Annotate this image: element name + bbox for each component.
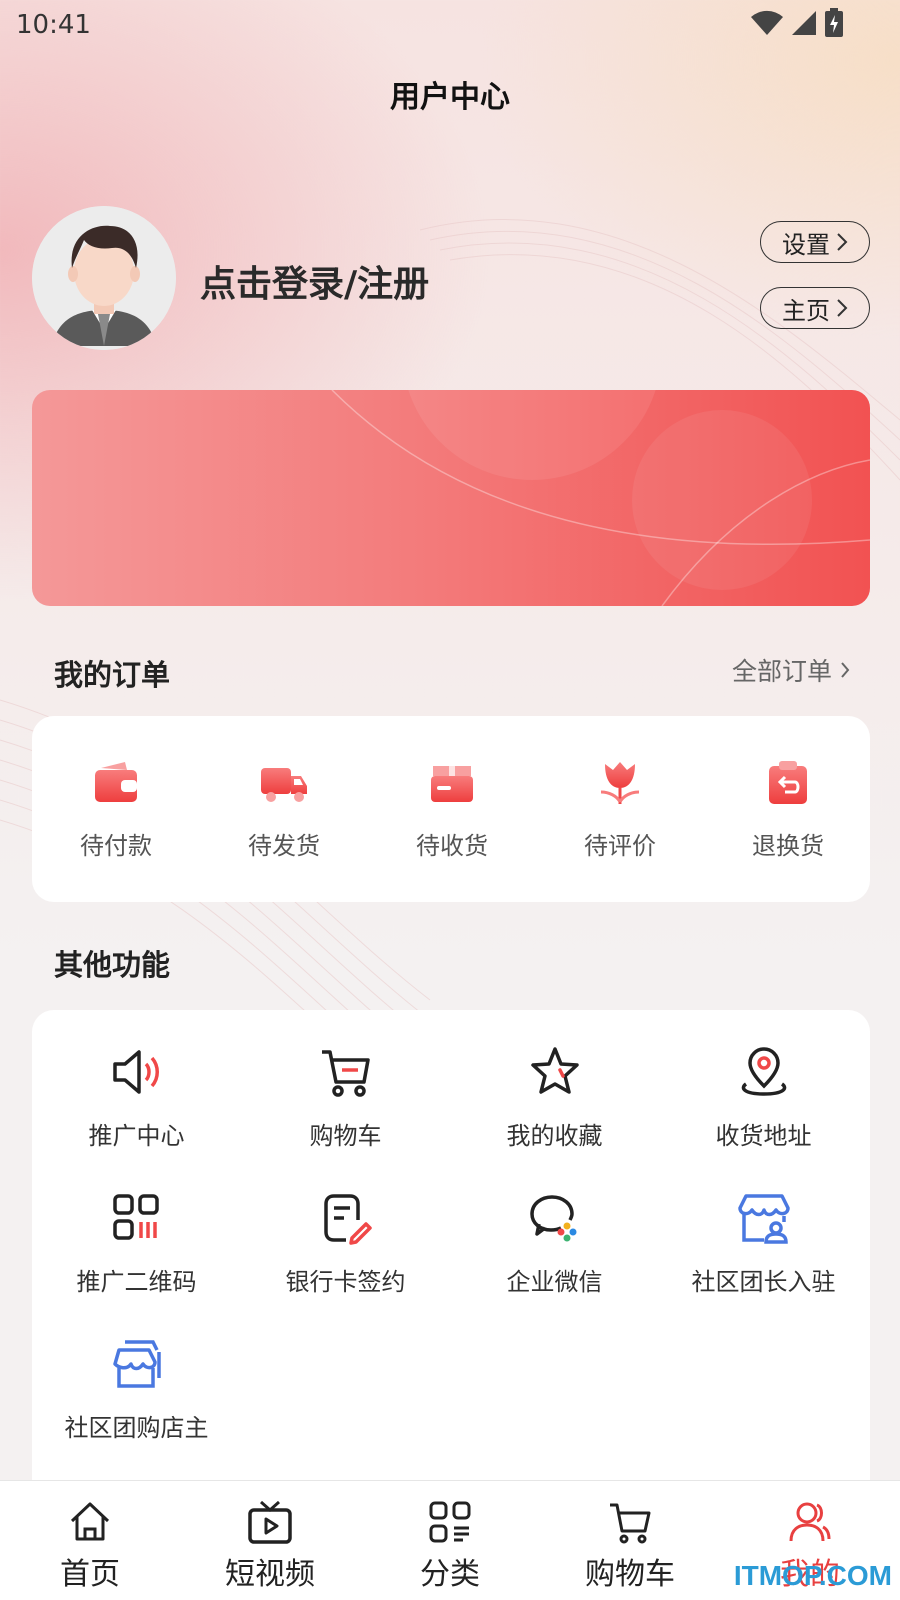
user-icon — [789, 1502, 831, 1542]
homepage-label: 主页 — [782, 296, 830, 325]
status-bar: 10:41 — [0, 0, 900, 50]
tab-cart[interactable]: 购物车 — [540, 1481, 720, 1600]
tab-short-video[interactable]: 短视频 — [180, 1481, 360, 1600]
tab-label: 首页 — [60, 1557, 120, 1592]
order-pending-review[interactable]: 待评价 — [536, 716, 704, 902]
tab-category[interactable]: 分类 — [360, 1481, 540, 1600]
function-label: 企业微信 — [506, 1268, 603, 1296]
settings-label: 设置 — [782, 230, 830, 259]
status-time: 10:41 — [16, 10, 91, 40]
orders-section-title: 我的订单 — [54, 658, 171, 692]
tab-label: 购物车 — [585, 1557, 675, 1592]
return-icon — [769, 761, 807, 804]
order-label: 待收货 — [416, 832, 488, 860]
order-pending-payment[interactable]: 待付款 — [32, 716, 200, 902]
settings-button[interactable]: 设置 — [760, 221, 870, 263]
function-label: 收货地址 — [715, 1122, 812, 1150]
megaphone-icon — [112, 1050, 159, 1094]
orders-card: 待付款 待发货 待收货 待评价 退换货 — [32, 716, 870, 902]
banner-decoration — [331, 390, 870, 606]
tab-label: 分类 — [420, 1557, 480, 1592]
community-leader-join-button[interactable]: 社区团长入驻 — [659, 1156, 868, 1302]
chevron-right-icon — [837, 233, 848, 251]
cart-icon — [610, 1503, 651, 1544]
function-label: 银行卡签约 — [285, 1268, 406, 1296]
location-icon — [741, 1047, 786, 1096]
function-label: 推广二维码 — [76, 1268, 197, 1296]
order-label: 待付款 — [80, 832, 152, 860]
page-title: 用户中心 — [390, 80, 510, 115]
wallet-icon — [95, 762, 137, 802]
watermark-text: ITMOP.COM — [733, 1560, 892, 1591]
shipping-address-button[interactable]: 收货地址 — [659, 1010, 868, 1156]
wifi-icon — [751, 10, 783, 36]
wecom-icon — [529, 1195, 576, 1242]
function-label: 购物车 — [309, 1122, 382, 1150]
community-group-store-owner-button[interactable]: 社区团购店主 — [32, 1302, 241, 1448]
chevron-right-icon — [841, 662, 850, 678]
cart-icon — [321, 1050, 370, 1097]
promo-banner[interactable] — [32, 390, 870, 606]
my-favorites-button[interactable]: 我的收藏 — [450, 1010, 659, 1156]
order-returns[interactable]: 退换货 — [704, 716, 872, 902]
star-icon — [530, 1047, 579, 1094]
chevron-right-icon — [837, 299, 848, 317]
functions-card: 推广中心 购物车 我的收藏 收货地址 推广二维码 银行卡签约 企业微信 社区团长… — [32, 1010, 870, 1500]
order-pending-shipment[interactable]: 待发货 — [200, 716, 368, 902]
video-icon — [248, 1500, 292, 1544]
function-label: 社区团长入驻 — [691, 1268, 836, 1296]
tab-label: 短视频 — [225, 1557, 315, 1592]
function-label: 社区团购店主 — [64, 1414, 209, 1442]
qrcode-icon — [112, 1194, 159, 1240]
signal-icon — [792, 11, 816, 35]
truck-icon — [261, 768, 307, 802]
flower-icon — [600, 762, 640, 804]
avatar[interactable] — [32, 206, 176, 350]
category-icon — [429, 1501, 471, 1543]
homepage-button[interactable]: 主页 — [760, 287, 870, 329]
order-label: 待发货 — [248, 832, 320, 860]
stores-icon — [112, 1340, 161, 1388]
login-register-link[interactable]: 点击登录/注册 — [200, 255, 429, 307]
functions-section-title: 其他功能 — [54, 948, 171, 982]
promotion-center-button[interactable]: 推广中心 — [32, 1010, 241, 1156]
tab-home[interactable]: 首页 — [0, 1481, 180, 1600]
all-orders-label: 全部订单 — [731, 657, 832, 686]
store-person-icon — [737, 1194, 790, 1244]
shopping-cart-button[interactable]: 购物车 — [241, 1010, 450, 1156]
status-icons — [750, 8, 844, 38]
order-label: 退换货 — [752, 832, 824, 860]
sign-icon — [323, 1194, 372, 1245]
order-pending-receipt[interactable]: 待收货 — [368, 716, 536, 902]
home-icon — [70, 1502, 110, 1541]
all-orders-link[interactable]: 全部订单 — [732, 652, 850, 688]
order-label: 待评价 — [584, 832, 656, 860]
promotion-qrcode-button[interactable]: 推广二维码 — [32, 1156, 241, 1302]
default-avatar-icon — [32, 206, 176, 350]
bank-card-signing-button[interactable]: 银行卡签约 — [241, 1156, 450, 1302]
enterprise-wechat-button[interactable]: 企业微信 — [450, 1156, 659, 1302]
function-label: 推广中心 — [88, 1122, 185, 1150]
function-label: 我的收藏 — [506, 1122, 603, 1150]
battery-icon — [825, 8, 843, 37]
box-icon — [431, 766, 473, 802]
